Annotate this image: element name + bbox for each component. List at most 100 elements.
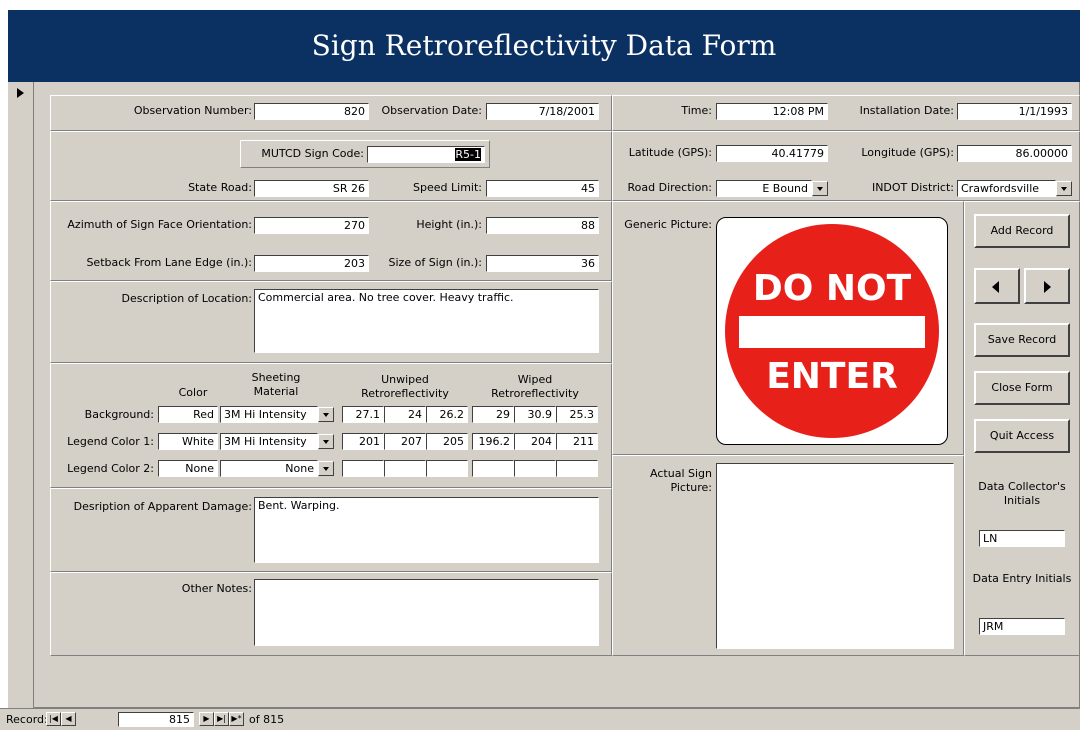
- location-description-field[interactable]: Commercial area. No tree cover. Heavy tr…: [254, 289, 599, 353]
- save-record-button[interactable]: Save Record: [974, 323, 1070, 357]
- sign-line-2: ENTER: [766, 356, 898, 397]
- legend-color-1-label: Legend Color 1:: [67, 435, 154, 448]
- legend-2-material-select[interactable]: None: [220, 460, 318, 477]
- height-field[interactable]: 88: [486, 217, 599, 234]
- entry-initials-field[interactable]: JRM: [979, 618, 1065, 635]
- record-number-field[interactable]: 815: [118, 712, 194, 727]
- record-selector[interactable]: [8, 82, 34, 708]
- legend-color-2-label: Legend Color 2:: [67, 462, 154, 475]
- state-road-label: State Road:: [188, 181, 252, 194]
- mutcd-label: MUTCD Sign Code:: [261, 147, 364, 160]
- background-unwiped-1[interactable]: 27.1: [342, 406, 384, 423]
- current-record-arrow-icon: [17, 88, 24, 98]
- record-label: Record:: [6, 713, 48, 726]
- legend-1-unwiped-3[interactable]: 205: [426, 433, 468, 450]
- road-direction-dropdown-icon[interactable]: [812, 181, 828, 196]
- damage-label: Desription of Apparent Damage:: [73, 500, 252, 513]
- legend-2-color-field[interactable]: None: [158, 460, 218, 477]
- road-direction-label: Road Direction:: [627, 181, 713, 194]
- background-wiped-2[interactable]: 30.9: [514, 406, 556, 423]
- longitude-label: Longitude (GPS):: [861, 146, 954, 159]
- height-label: Height (in.):: [416, 218, 482, 231]
- legend-1-material-select[interactable]: 3M Hi Intensity: [220, 433, 318, 450]
- setback-label: Setback From Lane Edge (in.):: [86, 256, 252, 269]
- indot-district-dropdown-icon[interactable]: [1056, 181, 1072, 196]
- legend-1-material-dropdown-icon[interactable]: [318, 434, 334, 449]
- triangle-right-icon: [1044, 281, 1051, 293]
- speed-limit-field[interactable]: 45: [486, 180, 599, 197]
- first-record-icon[interactable]: |◀: [46, 712, 61, 726]
- background-row-label: Background:: [84, 408, 154, 421]
- mutcd-field[interactable]: R5-1: [367, 146, 485, 163]
- latitude-field[interactable]: 40.41779: [716, 145, 828, 162]
- new-record-icon[interactable]: ▶*: [229, 712, 244, 726]
- legend-1-wiped-3[interactable]: 211: [556, 433, 598, 450]
- time-label: Time:: [681, 104, 712, 117]
- entry-initials-label: Data Entry Initials: [972, 572, 1072, 585]
- damage-field[interactable]: Bent. Warping.: [254, 497, 599, 563]
- record-count: of 815: [249, 713, 285, 726]
- background-wiped-3[interactable]: 25.3: [556, 406, 598, 423]
- collector-initials-label: Data Collector's Initials: [978, 480, 1066, 507]
- collector-initials-field[interactable]: LN: [979, 530, 1065, 547]
- legend-2-unwiped-3[interactable]: [426, 460, 468, 477]
- background-unwiped-2[interactable]: 24: [384, 406, 426, 423]
- background-unwiped-3[interactable]: 26.2: [426, 406, 468, 423]
- other-notes-label: Other Notes:: [181, 582, 252, 595]
- mutcd-value-selected: R5-1: [455, 148, 481, 161]
- legend-2-wiped-1[interactable]: [472, 460, 514, 477]
- legend-2-wiped-2[interactable]: [514, 460, 556, 477]
- size-of-sign-field[interactable]: 36: [486, 255, 599, 272]
- other-notes-field[interactable]: [254, 579, 599, 646]
- previous-record-button[interactable]: [974, 268, 1020, 304]
- longitude-field[interactable]: 86.00000: [957, 145, 1072, 162]
- installation-date-field[interactable]: 1/1/1993: [957, 103, 1072, 120]
- legend-1-wiped-1[interactable]: 196.2: [472, 433, 514, 450]
- next-record-nav-icon[interactable]: ▶: [199, 712, 214, 726]
- close-form-button[interactable]: Close Form: [974, 371, 1070, 405]
- background-color-field[interactable]: Red: [158, 406, 218, 423]
- observation-date-field[interactable]: 7/18/2001: [486, 103, 599, 120]
- indot-district-select[interactable]: Crawfordsville: [957, 180, 1056, 197]
- generic-picture-frame: DO NOT ENTER: [716, 217, 948, 445]
- azimuth-label: Azimuth of Sign Face Orientation:: [67, 218, 252, 231]
- installation-date-label: Installation Date:: [859, 104, 954, 117]
- time-field[interactable]: 12:08 PM: [716, 103, 828, 120]
- generic-picture-label: Generic Picture:: [624, 218, 712, 231]
- azimuth-field[interactable]: 270: [254, 217, 369, 234]
- observation-number-field[interactable]: 820: [254, 103, 369, 120]
- location-description-label: Description of Location:: [121, 292, 252, 305]
- state-road-field[interactable]: SR 26: [254, 180, 369, 197]
- road-direction-select[interactable]: E Bound: [716, 180, 812, 197]
- legend-1-unwiped-1[interactable]: 201: [342, 433, 384, 450]
- background-material-dropdown-icon[interactable]: [318, 407, 334, 422]
- actual-picture-label: Actual Sign Picture:: [650, 467, 712, 494]
- actual-picture-frame[interactable]: [716, 463, 954, 649]
- triangle-left-icon: [992, 281, 999, 293]
- setback-field[interactable]: 203: [254, 255, 369, 272]
- sign-line-1: DO NOT: [753, 268, 912, 309]
- legend-1-color-field[interactable]: White: [158, 433, 218, 450]
- background-material-select[interactable]: 3M Hi Intensity: [220, 406, 318, 423]
- indot-district-label: INDOT District:: [871, 181, 954, 194]
- observation-date-label: Observation Date:: [381, 104, 482, 117]
- add-record-button[interactable]: Add Record: [974, 214, 1070, 248]
- legend-2-material-dropdown-icon[interactable]: [318, 461, 334, 476]
- legend-2-wiped-3[interactable]: [556, 460, 598, 477]
- form-title: Sign Retroreflectivity Data Form: [311, 29, 777, 62]
- legend-2-unwiped-1[interactable]: [342, 460, 384, 477]
- speed-limit-label: Speed Limit:: [413, 181, 482, 194]
- legend-1-unwiped-2[interactable]: 207: [384, 433, 426, 450]
- size-of-sign-label: Size of Sign (in.):: [388, 256, 482, 269]
- color-header: Color: [178, 386, 208, 399]
- legend-2-unwiped-2[interactable]: [384, 460, 426, 477]
- previous-record-nav-icon[interactable]: ◀: [61, 712, 76, 726]
- legend-1-wiped-2[interactable]: 204: [514, 433, 556, 450]
- last-record-icon[interactable]: ▶|: [214, 712, 229, 726]
- do-not-enter-sign: DO NOT ENTER: [725, 224, 939, 438]
- quit-access-button[interactable]: Quit Access: [974, 419, 1070, 453]
- observation-number-label: Observation Number:: [133, 104, 252, 117]
- sheeting-header: Sheeting Material: [251, 371, 301, 398]
- next-record-button[interactable]: [1024, 268, 1070, 304]
- background-wiped-1[interactable]: 29: [472, 406, 514, 423]
